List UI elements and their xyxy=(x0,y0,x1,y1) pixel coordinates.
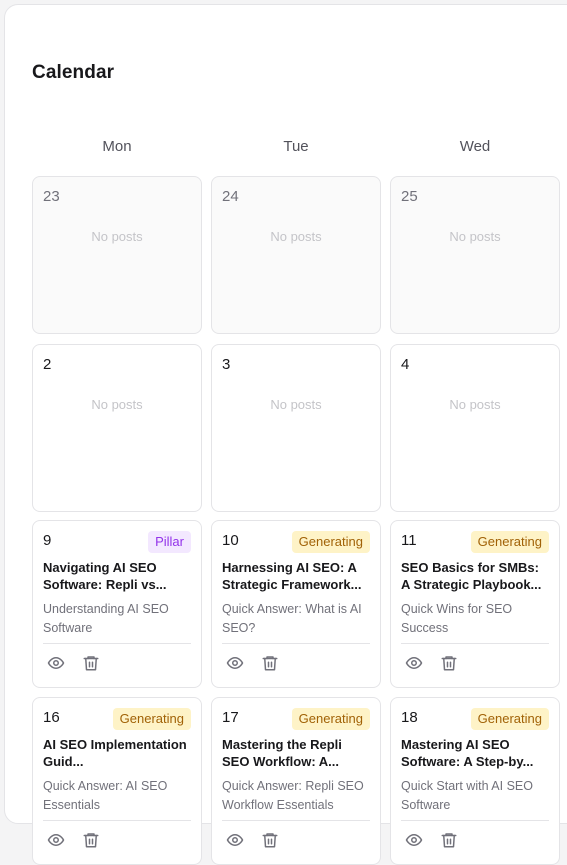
day-number: 3 xyxy=(222,356,231,373)
no-posts-label: No posts xyxy=(270,397,322,412)
generating-badge: Generating xyxy=(291,531,370,553)
day-number: 23 xyxy=(43,188,60,205)
post-subtitle: Quick Start with AI SEO Software xyxy=(401,779,533,812)
trash-icon[interactable] xyxy=(81,830,101,850)
post-actions xyxy=(225,830,280,850)
trash-icon[interactable] xyxy=(439,653,459,673)
divider xyxy=(222,820,370,821)
generating-badge: Generating xyxy=(291,708,370,730)
post-subtitle: Quick Answer: What is AI SEO? xyxy=(222,602,362,635)
day-number: 18 xyxy=(401,709,418,726)
post-subtitle: Quick Answer: Repli SEO Workflow Essenti… xyxy=(222,779,364,812)
calendar-day-cell[interactable]: 23 No posts xyxy=(32,176,202,334)
day-number: 10 xyxy=(222,532,239,549)
day-header-tue: Tue xyxy=(283,138,309,155)
day-number: 24 xyxy=(222,188,239,205)
post-title[interactable]: Mastering AI SEO Software: A Step-by... xyxy=(401,736,551,770)
eye-icon[interactable] xyxy=(46,830,66,850)
trash-icon[interactable] xyxy=(439,830,459,850)
day-number: 11 xyxy=(401,532,417,549)
post-title[interactable]: Mastering the Repli SEO Workflow: A... xyxy=(222,736,372,770)
no-posts-label: No posts xyxy=(449,397,501,412)
calendar-day-cell[interactable]: 4 No posts xyxy=(390,344,560,512)
eye-icon[interactable] xyxy=(225,830,245,850)
calendar-day-cell[interactable]: 3 No posts xyxy=(211,344,381,512)
day-number: 4 xyxy=(401,356,410,373)
post-title[interactable]: AI SEO Implementation Guid... xyxy=(43,736,193,770)
post-subtitle: Quick Wins for SEO Success xyxy=(401,602,513,635)
divider xyxy=(43,820,191,821)
no-posts-label: No posts xyxy=(91,229,143,244)
post-title[interactable]: Navigating AI SEO Software: Repli vs... xyxy=(43,559,193,593)
trash-icon[interactable] xyxy=(260,830,280,850)
no-posts-label: No posts xyxy=(91,397,143,412)
divider xyxy=(43,643,191,644)
trash-icon[interactable] xyxy=(260,653,280,673)
no-posts-label: No posts xyxy=(449,229,501,244)
calendar-day-cell[interactable]: 24 No posts xyxy=(211,176,381,334)
post-actions xyxy=(404,653,459,673)
generating-badge: Generating xyxy=(112,708,191,730)
divider xyxy=(401,643,549,644)
post-actions xyxy=(404,830,459,850)
divider xyxy=(401,820,549,821)
calendar-day-cell[interactable]: 2 No posts xyxy=(32,344,202,512)
calendar-day-cell[interactable]: 18 Generating Mastering AI SEO Software: A… xyxy=(390,697,560,865)
generating-badge: Generating xyxy=(470,531,549,553)
no-posts-label: No posts xyxy=(270,229,322,244)
calendar-day-cell[interactable]: 25 No posts xyxy=(390,176,560,334)
post-subtitle: Understanding AI SEO Software xyxy=(43,602,169,635)
day-header-mon: Mon xyxy=(102,138,132,155)
calendar-day-cell[interactable]: 17 Generating Mastering the Repli SEO Work… xyxy=(211,697,381,865)
post-actions xyxy=(46,830,101,850)
day-number: 17 xyxy=(222,709,239,726)
post-title[interactable]: SEO Basics for SMBs: A Strategic Playboo… xyxy=(401,559,551,593)
day-number: 16 xyxy=(43,709,60,726)
post-title[interactable]: Harnessing AI SEO: A Strategic Framework… xyxy=(222,559,372,593)
pillar-badge: Pillar xyxy=(148,531,191,553)
day-number: 25 xyxy=(401,188,418,205)
eye-icon[interactable] xyxy=(46,653,66,673)
day-number: 9 xyxy=(43,532,52,549)
post-actions xyxy=(46,653,101,673)
calendar-day-cell[interactable]: 11 Generating SEO Basics for SMBs: A Strat… xyxy=(390,520,560,688)
calendar-day-cell[interactable]: 10 Generating Harnessing AI SEO: A Strateg… xyxy=(211,520,381,688)
post-subtitle: Quick Answer: AI SEO Essentials xyxy=(43,779,168,812)
page-title: Calendar xyxy=(32,62,115,83)
day-number: 2 xyxy=(43,356,52,373)
trash-icon[interactable] xyxy=(81,653,101,673)
post-actions xyxy=(225,653,280,673)
calendar-day-cell[interactable]: 16 Generating AI SEO Implementation Guid..… xyxy=(32,697,202,865)
eye-icon[interactable] xyxy=(404,653,424,673)
eye-icon[interactable] xyxy=(404,830,424,850)
divider xyxy=(222,643,370,644)
calendar-day-cell[interactable]: 9 Pillar Navigating AI SEO Software: Repli… xyxy=(32,520,202,688)
eye-icon[interactable] xyxy=(225,653,245,673)
generating-badge: Generating xyxy=(470,708,549,730)
day-header-wed: Wed xyxy=(459,138,491,155)
